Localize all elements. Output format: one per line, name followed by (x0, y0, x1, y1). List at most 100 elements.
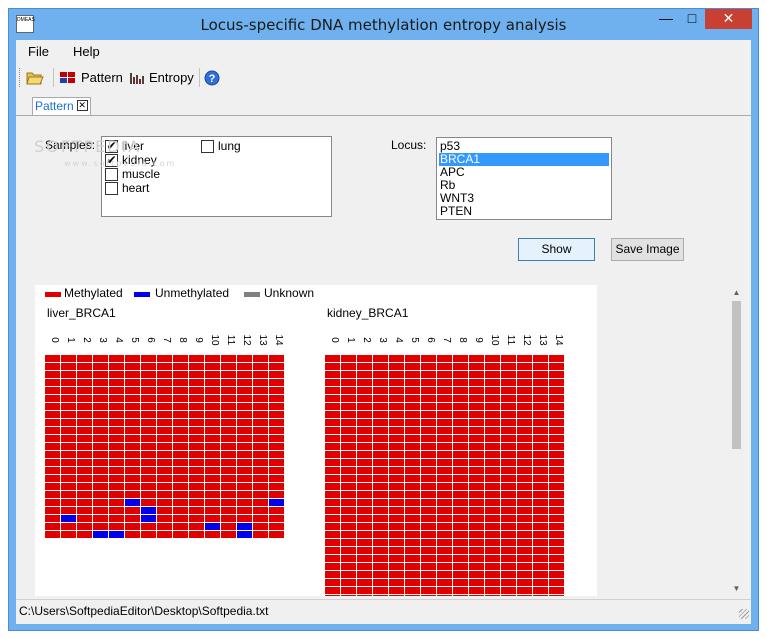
title-bar[interactable]: DMEAS Locus-specific DNA methylation ent… (9, 9, 758, 39)
methylated-cell (325, 387, 340, 394)
size-grip-icon[interactable] (739, 609, 749, 619)
methylated-cell (485, 395, 500, 402)
methylated-cell (45, 467, 60, 474)
methylated-cell (253, 443, 268, 450)
methylated-cell (141, 411, 156, 418)
entropy-button[interactable]: Entropy (129, 67, 194, 88)
methylated-cell (125, 459, 140, 466)
methylated-cell (501, 483, 516, 490)
methylated-cell (453, 443, 468, 450)
methylated-cell (325, 443, 340, 450)
methylated-cell (357, 563, 372, 570)
methylated-cell (205, 411, 220, 418)
methylated-cell (325, 539, 340, 546)
methylated-cell (373, 571, 388, 578)
save-image-button[interactable]: Save Image (611, 238, 684, 261)
methylated-cell (141, 459, 156, 466)
scroll-up-icon[interactable]: ▲ (729, 285, 744, 300)
methylated-cell (205, 363, 220, 370)
vertical-scrollbar[interactable]: ▲ ▼ (729, 285, 744, 596)
methylated-cell (389, 499, 404, 506)
pattern-icon (60, 71, 75, 83)
methylated-cell (533, 403, 548, 410)
sample-checkbox-muscle[interactable] (105, 167, 118, 181)
methylated-cell (77, 355, 92, 362)
methylated-cell (141, 427, 156, 434)
sample-checkbox-liver[interactable]: ✔ (105, 139, 118, 153)
methylated-cell (77, 443, 92, 450)
tab-pattern[interactable]: Pattern ✕ (32, 97, 91, 115)
locus-item-APC[interactable]: APC (439, 166, 609, 179)
methylated-cell (517, 475, 532, 482)
help-button[interactable]: ? (204, 67, 220, 88)
samples-checklist[interactable]: ✔ liver ✔ kidney muscle heart lung (101, 136, 332, 217)
methylated-cell (341, 491, 356, 498)
methylated-cell (109, 443, 124, 450)
methylated-cell (453, 459, 468, 466)
scroll-down-icon[interactable]: ▼ (729, 581, 744, 596)
methylated-cell (77, 379, 92, 386)
methylated-cell (45, 475, 60, 482)
pattern-button-label: Pattern (81, 70, 123, 85)
methylated-cell (189, 387, 204, 394)
methylated-cell (253, 483, 268, 490)
methylated-cell (437, 483, 452, 490)
tab-close-icon[interactable]: ✕ (76, 100, 88, 111)
methylated-cell (437, 451, 452, 458)
methylated-cell (373, 507, 388, 514)
methylated-cell (453, 555, 468, 562)
methylated-cell (389, 587, 404, 594)
close-button[interactable]: ✕ (705, 9, 752, 29)
sample-item-heart[interactable]: heart (105, 181, 149, 195)
methylated-cell (77, 411, 92, 418)
methylated-cell (373, 451, 388, 458)
methylated-cell (453, 571, 468, 578)
scroll-thumb[interactable] (732, 301, 741, 449)
sample-checkbox-heart[interactable] (105, 181, 118, 195)
methylated-cell (453, 379, 468, 386)
locus-item-PTEN[interactable]: PTEN (439, 205, 609, 218)
methylated-cell (61, 499, 76, 506)
methylated-cell (45, 419, 60, 426)
minimize-button[interactable]: — (653, 9, 679, 29)
sample-item-kidney[interactable]: ✔ kidney (105, 153, 157, 167)
toolbar-grip[interactable] (19, 68, 22, 87)
methylated-cell (173, 499, 188, 506)
methylated-cell (501, 531, 516, 538)
sample-item-liver[interactable]: ✔ liver (105, 139, 144, 153)
methylated-cell (357, 411, 372, 418)
unmethylated-cell (141, 515, 156, 522)
sample-checkbox-kidney[interactable]: ✔ (105, 153, 118, 167)
methylated-cell (109, 435, 124, 442)
methylated-cell (269, 475, 284, 482)
methylated-cell (341, 467, 356, 474)
methylated-cell (405, 555, 420, 562)
menu-file[interactable]: File (28, 44, 49, 59)
methylated-cell (173, 387, 188, 394)
sample-checkbox-lung[interactable] (201, 139, 214, 153)
methylated-cell (485, 387, 500, 394)
methylated-cell (549, 363, 564, 370)
maximize-button[interactable]: □ (679, 9, 705, 29)
methylated-cell (469, 491, 484, 498)
methylated-cell (109, 451, 124, 458)
methylated-cell (221, 531, 236, 538)
methylated-cell (373, 387, 388, 394)
menu-help[interactable]: Help (73, 44, 100, 59)
methylated-cell (549, 539, 564, 546)
sample-item-lung[interactable]: lung (201, 139, 241, 153)
pattern-button[interactable]: Pattern (59, 67, 123, 88)
show-button[interactable]: Show (518, 238, 595, 261)
methylated-cell (77, 467, 92, 474)
methylated-cell (501, 507, 516, 514)
sample-item-muscle[interactable]: muscle (105, 167, 160, 181)
methylated-cell (517, 595, 532, 596)
window-title: Locus-specific DNA methylation entropy a… (200, 16, 567, 34)
methylated-cell (501, 467, 516, 474)
methylated-cell (157, 379, 172, 386)
locus-listbox[interactable]: p53 BRCA1 APC Rb WNT3 PTEN (436, 137, 612, 220)
methylated-cell (517, 523, 532, 530)
methylated-cell (421, 555, 436, 562)
methylated-cell (469, 451, 484, 458)
open-button[interactable] (26, 67, 48, 88)
